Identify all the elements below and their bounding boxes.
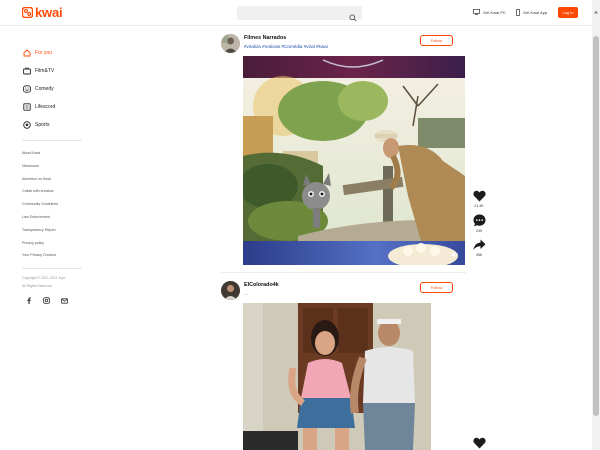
- get-kwai-pc-label: Get Kwai PC: [483, 9, 506, 15]
- footer-link-law[interactable]: Law Enforcement: [22, 211, 84, 224]
- post-header: Filmes Narrados #viraliza #noticias #Com…: [221, 34, 466, 54]
- book-icon: [22, 103, 31, 112]
- footer-link-newsroom[interactable]: Newsroom: [22, 160, 84, 173]
- kwai-logo[interactable]: kwai: [22, 5, 63, 20]
- social-links: [25, 297, 84, 305]
- top-header: kwai Get Kwai PC Get Kwai App Log in: [0, 0, 592, 26]
- share-count: 456: [476, 253, 482, 257]
- logo-text: kwai: [35, 5, 63, 20]
- get-kwai-app-label: Get Kwai App: [523, 10, 548, 15]
- kwai-logo-icon: [22, 7, 33, 18]
- post-author[interactable]: Filmes Narrados: [244, 35, 286, 41]
- scroll-up-icon[interactable]: [593, 2, 599, 14]
- monitor-icon: [473, 9, 480, 15]
- get-kwai-pc-link[interactable]: Get Kwai PC: [473, 9, 506, 15]
- sidebar-item-film-tv[interactable]: Film&TV: [22, 62, 84, 80]
- sidebar-item-comedy[interactable]: Comedy: [22, 80, 84, 98]
- sidebar-item-label: Comedy: [35, 86, 54, 92]
- avatar[interactable]: [221, 281, 240, 300]
- tv-icon: [22, 67, 31, 76]
- post-caption[interactable]: #viraliza #noticias #Comédia #viral #kwa…: [244, 44, 328, 49]
- search-input[interactable]: [237, 6, 362, 22]
- scrollbar-thumb[interactable]: [593, 36, 599, 416]
- search-icon[interactable]: [349, 9, 357, 22]
- footer-link-guidelines[interactable]: Community Guidelines: [22, 198, 84, 211]
- follow-button[interactable]: Follow: [420, 282, 453, 293]
- video-frame: [243, 56, 465, 265]
- home-icon: [22, 49, 31, 58]
- sidebar-item-lifescord[interactable]: Lifescord: [22, 98, 84, 116]
- get-kwai-app-link[interactable]: Get Kwai App: [516, 9, 547, 16]
- comment-action[interactable]: 245: [470, 214, 488, 233]
- sidebar-item-label: Sports: [35, 122, 50, 128]
- page: kwai Get Kwai PC Get Kwai App Log in For…: [0, 0, 600, 450]
- like-count: 21.4K: [474, 204, 484, 208]
- mute-icon[interactable]: [451, 245, 458, 258]
- footer-link-privacy-choices[interactable]: Your Privacy Choices: [22, 249, 84, 262]
- like-action[interactable]: 21.4K: [470, 190, 488, 208]
- comment-count: 245: [476, 229, 482, 233]
- smile-icon: [22, 85, 31, 94]
- sidebar-item-label: For you: [35, 50, 52, 56]
- sidebar-divider: [22, 140, 82, 141]
- sidebar-divider: [22, 268, 82, 270]
- scrollbar[interactable]: [592, 0, 600, 450]
- instagram-icon[interactable]: [43, 297, 50, 304]
- comment-icon: [473, 214, 485, 227]
- footer-link-advertise[interactable]: Advertise on Kwai: [22, 173, 84, 186]
- login-button[interactable]: Log in: [558, 7, 578, 18]
- follow-button[interactable]: Follow: [420, 35, 453, 46]
- email-icon[interactable]: [61, 297, 68, 304]
- video-frame: [243, 303, 431, 450]
- post-header: ElColorado4k ... Follow: [221, 281, 466, 301]
- sidebar: For you Film&TV Comedy Lifescord Sports: [22, 44, 84, 305]
- copyright-text: Copyright © 2012-2023 Joyo: [22, 276, 66, 281]
- post-actions: 21.4K 245 456: [470, 190, 488, 263]
- share-action[interactable]: 456: [470, 239, 488, 257]
- footer-link-collab[interactable]: Collab with creators: [22, 185, 84, 198]
- phone-icon: [516, 9, 520, 16]
- facebook-icon[interactable]: [25, 297, 32, 305]
- share-icon: [473, 239, 485, 250]
- video-player[interactable]: [243, 303, 431, 450]
- sidebar-item-label: Film&TV: [35, 68, 55, 74]
- like-action[interactable]: [470, 437, 488, 449]
- post-actions: [470, 437, 488, 450]
- scroll-down-icon[interactable]: [593, 442, 599, 448]
- sidebar-item-sports[interactable]: Sports: [22, 116, 84, 134]
- sidebar-item-for-you[interactable]: For you: [22, 44, 84, 62]
- footer-link-about[interactable]: About Kwai: [22, 147, 84, 160]
- copyright-text: All Rights Reserved.: [22, 284, 53, 289]
- video-player[interactable]: [243, 56, 465, 265]
- heart-icon: [472, 437, 486, 449]
- sidebar-item-label: Lifescord: [35, 104, 56, 110]
- post-caption[interactable]: ...: [244, 291, 248, 296]
- avatar[interactable]: [221, 34, 240, 53]
- footer-link-privacy[interactable]: Privacy policy: [22, 237, 84, 250]
- footer-link-transparency[interactable]: Transparency Report: [22, 224, 84, 237]
- post-divider: [221, 272, 466, 273]
- ball-icon: [22, 121, 31, 130]
- heart-icon: [472, 190, 486, 202]
- post-author[interactable]: ElColorado4k: [244, 282, 279, 288]
